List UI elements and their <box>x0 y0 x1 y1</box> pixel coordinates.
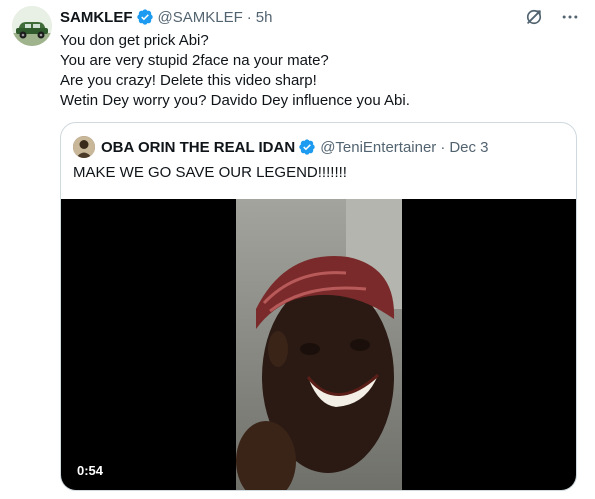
separator-dot: · <box>440 138 446 156</box>
tweet-card[interactable]: SAMKLEF @SAMKLEF · 5h You don get prick … <box>0 0 595 499</box>
author-name[interactable]: SAMKLEF <box>60 9 133 26</box>
video-frame <box>236 199 402 490</box>
tweet-line: Are you crazy! Delete this video sharp! <box>60 72 317 89</box>
tweet-line: Wetin Dey worry you? Davido Dey influenc… <box>60 92 410 109</box>
author-handle[interactable]: @SAMKLEF <box>158 9 243 26</box>
quoted-tweet-text: MAKE WE GO SAVE OUR LEGEND!!!!!!! <box>73 164 347 181</box>
more-options-icon <box>562 15 578 19</box>
video-player[interactable]: 0:54 <box>61 199 576 490</box>
verified-badge-icon <box>136 9 153 25</box>
quoted-author-avatar[interactable] <box>73 136 95 158</box>
person-avatar-icon <box>73 136 95 158</box>
quoted-tweet[interactable]: OBA ORIN THE REAL IDAN @TeniEntertainer … <box>60 122 577 491</box>
quoted-tweet-header: OBA ORIN THE REAL IDAN @TeniEntertainer … <box>73 136 489 158</box>
tweet-timestamp[interactable]: 5h <box>256 9 273 26</box>
header-actions <box>523 6 581 28</box>
more-options-button[interactable] <box>559 6 581 28</box>
grok-button[interactable] <box>523 6 545 28</box>
tweet-body: You don get prick Abi? You are very stup… <box>60 31 410 111</box>
vintage-car-avatar-icon <box>12 6 52 46</box>
tweet-header: SAMKLEF @SAMKLEF · 5h <box>60 7 272 27</box>
verified-badge-icon <box>299 139 315 155</box>
quoted-tweet-timestamp[interactable]: Dec 3 <box>449 139 488 156</box>
author-avatar[interactable] <box>12 6 52 46</box>
video-thumbnail-icon <box>236 199 402 490</box>
grok-icon <box>526 9 542 25</box>
tweet-line: You don get prick Abi? <box>60 32 209 49</box>
quoted-author-name[interactable]: OBA ORIN THE REAL IDAN <box>101 139 295 156</box>
video-duration: 0:54 <box>73 461 108 480</box>
separator-dot: · <box>246 8 252 26</box>
tweet-line: You are very stupid 2face na your mate? <box>60 52 329 69</box>
quoted-author-handle[interactable]: @TeniEntertainer <box>320 139 436 156</box>
